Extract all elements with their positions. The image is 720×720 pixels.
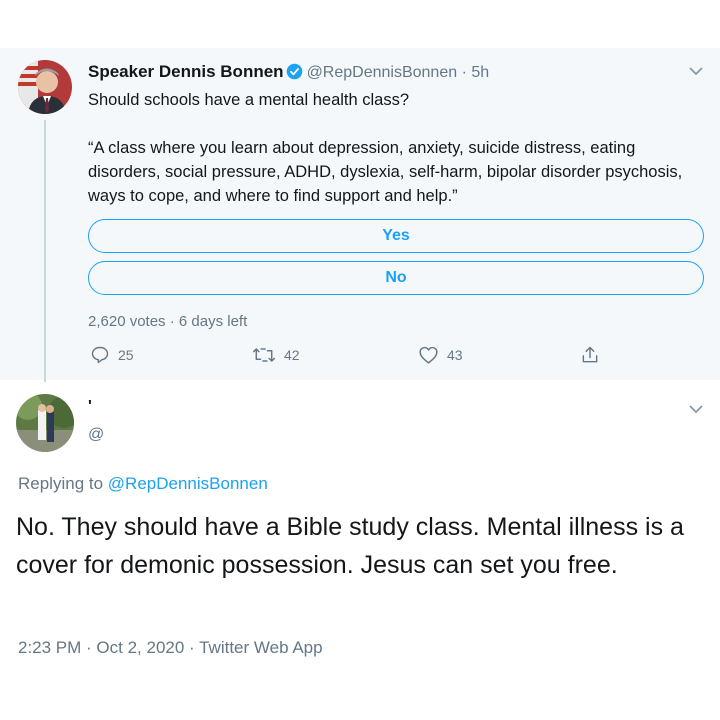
retweet-count: 42 [284,347,300,363]
tweet-question: Should schools have a mental health clas… [88,91,410,109]
replying-to-prefix: Replying to [18,474,104,493]
share-icon [580,345,600,365]
verified-badge-icon [286,63,303,85]
reply-author-avatar[interactable] [16,394,74,452]
poll-meta: 2,620 votes · 6 days left [88,313,248,330]
thread-line [44,120,46,382]
share-action[interactable] [580,345,600,365]
reply-timestamp[interactable]: 2:23 PM · Oct 2, 2020 · Twitter Web App [18,638,323,658]
poll-option-no[interactable]: No [88,261,704,295]
replying-to-handle[interactable]: @RepDennisBonnen [108,474,268,493]
like-count: 43 [447,347,463,363]
reply-text: No. They should have a Bible study class… [16,513,684,579]
reply-icon [90,345,110,365]
reply-count: 25 [118,347,134,363]
author-handle-time[interactable]: @RepDennisBonnen · 5h [307,64,490,81]
poll-option-yes[interactable]: Yes [88,219,704,253]
replying-to: Replying to @RepDennisBonnen [18,474,268,494]
reply-chevron-down-icon[interactable] [688,402,704,420]
author-line: Speaker Dennis Bonnen @RepDennisBonnen · … [88,62,489,85]
chevron-down-icon[interactable] [688,64,704,82]
tweet-quote: “A class where you learn about depressio… [88,139,683,205]
like-action[interactable]: 43 [418,345,463,365]
retweet-icon [252,345,276,365]
author-avatar[interactable] [18,60,72,114]
like-icon [418,345,439,365]
reply-author-line: ' [88,398,92,416]
author-name[interactable]: Speaker Dennis Bonnen [88,62,284,81]
reply-author-name[interactable]: ' [88,398,92,415]
retweet-action[interactable]: 42 [252,345,300,365]
reply-author-handle[interactable]: @ [88,426,104,444]
reply-action[interactable]: 25 [90,345,134,365]
